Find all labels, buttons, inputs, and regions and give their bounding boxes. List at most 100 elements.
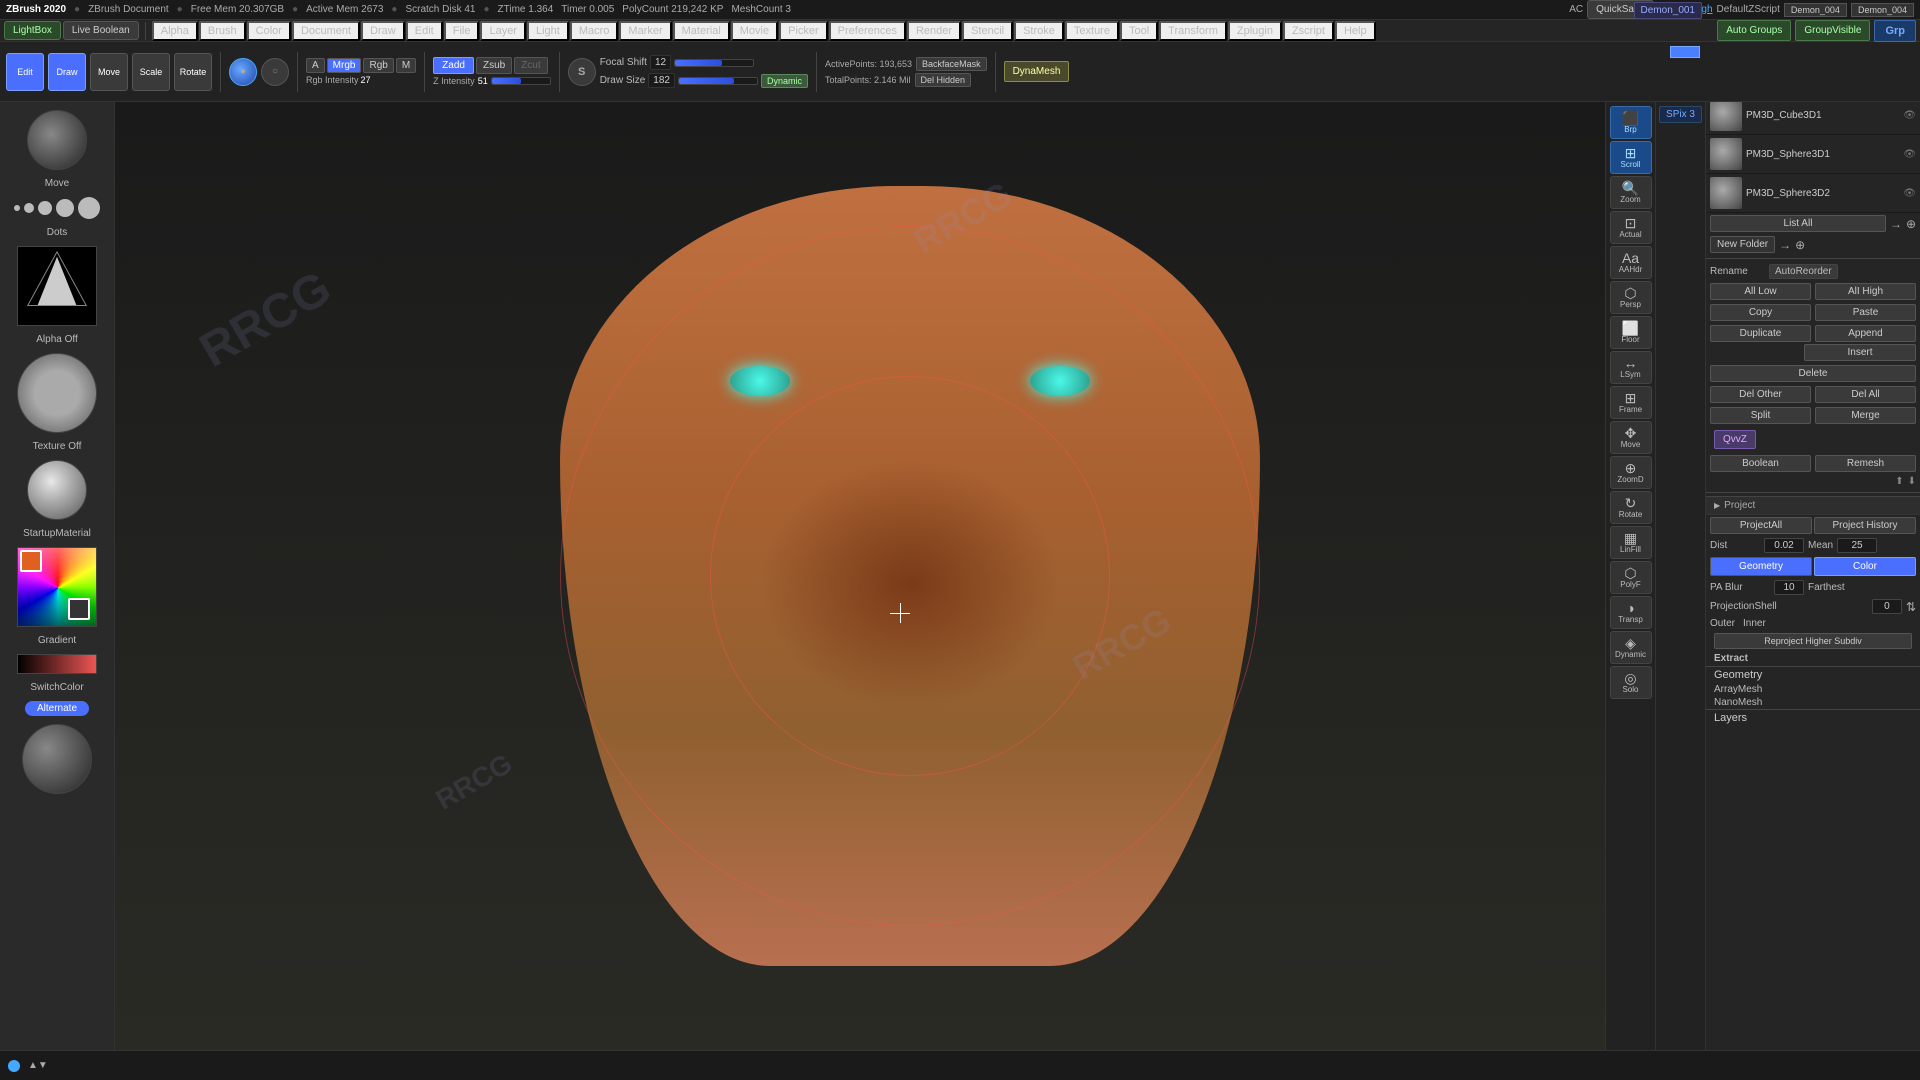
all-high-button[interactable]: AlI High bbox=[1815, 283, 1916, 300]
menu-item-picker[interactable]: Picker bbox=[779, 21, 828, 41]
menu-item-edit[interactable]: Edit bbox=[406, 21, 443, 41]
menu-item-stroke[interactable]: Stroke bbox=[1014, 21, 1064, 41]
menu-item-draw[interactable]: Draw bbox=[361, 21, 405, 41]
arrow-right-2[interactable]: ⊕ bbox=[1906, 217, 1916, 231]
menu-item-texture[interactable]: Texture bbox=[1065, 21, 1119, 41]
menu-item-alpha[interactable]: Alpha bbox=[152, 21, 198, 41]
group-visible-button[interactable]: GroupVisible bbox=[1795, 20, 1870, 41]
side-icon-lsym[interactable]: ↔LSym bbox=[1610, 351, 1652, 384]
move-button[interactable]: Move bbox=[90, 53, 128, 91]
zsub-button[interactable]: Zsub bbox=[476, 57, 512, 74]
boolean-button[interactable]: Boolean bbox=[1710, 455, 1811, 472]
menu-item-render[interactable]: Render bbox=[907, 21, 961, 41]
merge-button[interactable]: Merge bbox=[1815, 407, 1916, 424]
menu-item-transform[interactable]: Transform bbox=[1159, 21, 1227, 41]
scale-button[interactable]: Scale bbox=[132, 53, 170, 91]
side-icon-actual[interactable]: ⊡Actual bbox=[1610, 211, 1652, 244]
side-icon-solo[interactable]: ◎Solo bbox=[1610, 666, 1652, 699]
new-folder-button[interactable]: New Folder bbox=[1710, 236, 1775, 253]
menu-item-file[interactable]: File bbox=[444, 21, 480, 41]
side-icon-rotate[interactable]: ↻Rotate bbox=[1610, 491, 1652, 524]
scroll-down-icon[interactable]: ⬇ bbox=[1908, 476, 1916, 487]
side-icon-brp[interactable]: ⬛Brp bbox=[1610, 106, 1652, 139]
subtool-eye-sphere3d1[interactable]: 👁 bbox=[1903, 149, 1916, 160]
mrgb-button[interactable]: Mrgb bbox=[327, 58, 362, 73]
auto-groups-button[interactable]: Auto Groups bbox=[1717, 20, 1791, 41]
side-icon-move[interactable]: ✥Move bbox=[1610, 421, 1652, 454]
texture-preview[interactable] bbox=[17, 353, 97, 433]
rotate-button[interactable]: Rotate bbox=[174, 53, 212, 91]
color-project-button[interactable]: Color bbox=[1814, 557, 1916, 576]
menu-item-marker[interactable]: Marker bbox=[619, 21, 671, 41]
draw-button[interactable]: Draw bbox=[48, 53, 86, 91]
side-icon-linfill[interactable]: ▦LinFill bbox=[1610, 526, 1652, 559]
side-icon-dynamic[interactable]: ◈Dynamic bbox=[1610, 631, 1652, 664]
menu-item-brush[interactable]: Brush bbox=[199, 21, 246, 41]
qvvz-button[interactable]: QvvZ bbox=[1714, 430, 1756, 449]
list-all-button[interactable]: List All bbox=[1710, 215, 1886, 232]
background-color-swatch[interactable] bbox=[68, 598, 90, 620]
project-history-button[interactable]: Project History bbox=[1814, 517, 1916, 534]
menu-item-document[interactable]: Document bbox=[292, 21, 360, 41]
dist-val[interactable]: 0.02 bbox=[1764, 538, 1804, 553]
mean-val[interactable]: 25 bbox=[1837, 538, 1877, 553]
remesh-button[interactable]: Remesh bbox=[1815, 455, 1916, 472]
menu-item-light[interactable]: Light bbox=[527, 21, 569, 41]
insert-button[interactable]: Insert bbox=[1804, 344, 1916, 361]
side-icon-aahdr[interactable]: AaAAHdr bbox=[1610, 246, 1652, 279]
menu-item-tool[interactable]: Tool bbox=[1120, 21, 1158, 41]
arrow-right-1[interactable]: → bbox=[1890, 217, 1902, 231]
append-button[interactable]: Append bbox=[1815, 325, 1916, 342]
delete-button[interactable]: Delete bbox=[1710, 365, 1916, 382]
lightbox-button[interactable]: LightBox bbox=[4, 21, 61, 40]
side-icon-zoomd[interactable]: ⊕ZoomD bbox=[1610, 456, 1652, 489]
project-all-button[interactable]: ProjectAll bbox=[1710, 517, 1812, 534]
edit-button[interactable]: Edit bbox=[6, 53, 44, 91]
menu-item-color[interactable]: Color bbox=[247, 21, 291, 41]
backface-mask-button[interactable]: BackfaceMask bbox=[916, 57, 987, 71]
duplicate-button[interactable]: Duplicate bbox=[1710, 325, 1811, 342]
subtool-row-sphere3d2[interactable]: PM3D_Sphere3D2 👁 bbox=[1706, 174, 1920, 213]
sphere-mode-button[interactable]: ● bbox=[229, 58, 257, 86]
menu-item-stencil[interactable]: Stencil bbox=[962, 21, 1013, 41]
menu-item-preferences[interactable]: Preferences bbox=[829, 21, 906, 41]
new-folder-plus[interactable]: ⊕ bbox=[1795, 238, 1805, 252]
side-icon-transp[interactable]: ◑Transp bbox=[1610, 596, 1652, 629]
all-low-button[interactable]: All Low bbox=[1710, 283, 1811, 300]
alternate-button[interactable]: Alternate bbox=[25, 701, 89, 716]
new-folder-arrow[interactable]: → bbox=[1779, 238, 1791, 252]
subtool-eye-sphere3d2[interactable]: 👁 bbox=[1903, 188, 1916, 199]
del-hidden-button[interactable]: Del Hidden bbox=[915, 73, 972, 87]
menu-item-zplugin[interactable]: Zplugin bbox=[1228, 21, 1282, 41]
menu-item-layer[interactable]: Layer bbox=[480, 21, 526, 41]
menu-item-movie[interactable]: Movie bbox=[731, 21, 778, 41]
material-preview[interactable] bbox=[27, 460, 87, 520]
zcut-button[interactable]: Zcut bbox=[514, 57, 547, 74]
copy-button[interactable]: Copy bbox=[1710, 304, 1811, 321]
dynamic-button[interactable]: Dynamic bbox=[761, 74, 808, 88]
rgb-button[interactable]: Rgb bbox=[363, 58, 393, 73]
focal-shift-slider[interactable] bbox=[674, 59, 754, 67]
geometry-button[interactable]: Geometry bbox=[1710, 557, 1812, 576]
live-boolean-button[interactable]: Live Boolean bbox=[63, 21, 139, 40]
side-icon-floor[interactable]: ⬜Floor bbox=[1610, 316, 1652, 349]
gradient-preview[interactable] bbox=[17, 654, 97, 674]
side-icon-zoom[interactable]: 🔍Zoom bbox=[1610, 176, 1652, 209]
menu-item-material[interactable]: Material bbox=[673, 21, 730, 41]
demon004b-btn[interactable]: Demon_004 bbox=[1851, 3, 1914, 17]
del-other-button[interactable]: Del Other bbox=[1710, 386, 1811, 403]
reproject-subdiv-button[interactable]: Reproject Higher Subdiv bbox=[1714, 633, 1912, 649]
s-circle-button[interactable]: S bbox=[568, 58, 596, 86]
grp-button[interactable]: Grp bbox=[1874, 20, 1916, 42]
alpha-preview[interactable] bbox=[17, 246, 97, 326]
draw-size-slider[interactable] bbox=[678, 77, 758, 85]
side-icon-scroll[interactable]: ⊞Scroll bbox=[1610, 141, 1652, 174]
scroll-up-icon[interactable]: ⬆ bbox=[1895, 476, 1903, 487]
subtool-eye-cube3d1[interactable]: 👁 bbox=[1903, 110, 1916, 121]
autoreorder-button[interactable]: AutoReorder bbox=[1769, 264, 1838, 279]
bottom-nav-arrows[interactable]: ▲▼ bbox=[28, 1060, 48, 1071]
split-button[interactable]: Split bbox=[1710, 407, 1811, 424]
del-all-button[interactable]: Del All bbox=[1815, 386, 1916, 403]
foreground-color-swatch[interactable] bbox=[20, 550, 42, 572]
proj-shell-val[interactable]: 0 bbox=[1872, 599, 1902, 614]
